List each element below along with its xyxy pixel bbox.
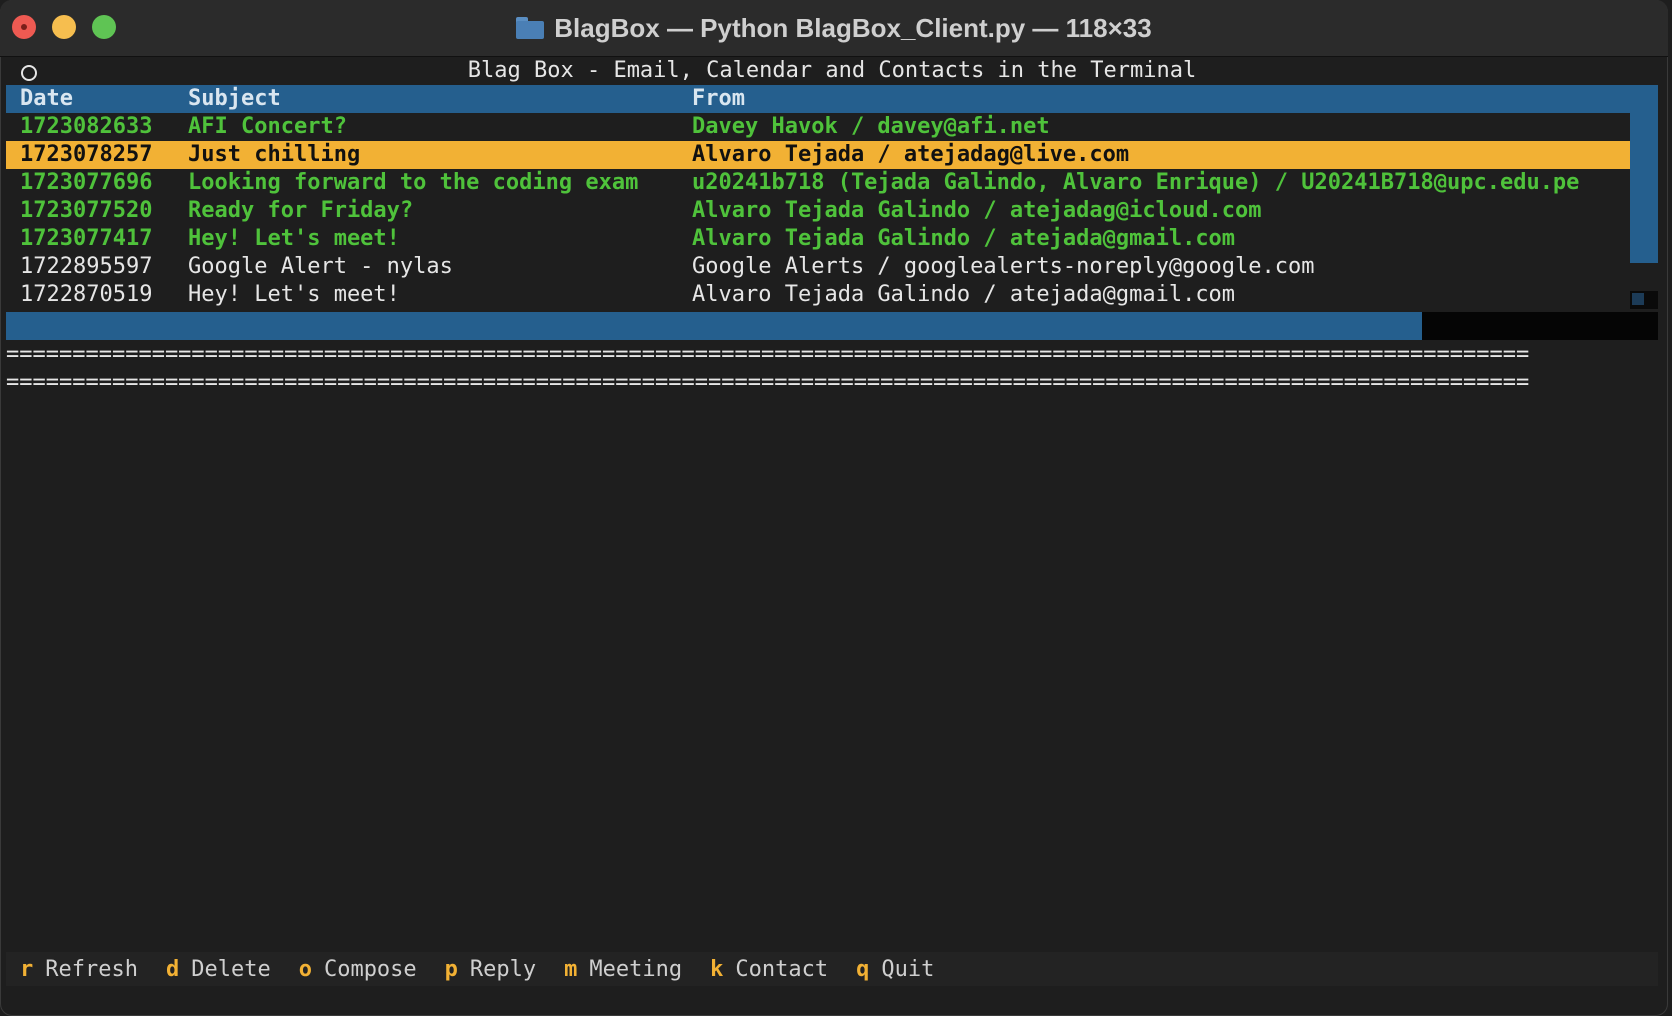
separator-line: ========================================…: [6, 370, 1530, 395]
email-subject: Just chilling: [188, 142, 361, 167]
email-from: Alvaro Tejada / atejadag@live.com: [692, 142, 1130, 167]
email-row[interactable]: 1723077417 Hey! Let's meet! Alvaro Tejad…: [6, 225, 1658, 253]
hotkey-refresh-key[interactable]: r: [20, 957, 33, 982]
email-from: u20241b718 (Tejada Galindo, Alvaro Enriq…: [692, 170, 1580, 195]
hotkey-contact-key[interactable]: k: [710, 957, 723, 982]
column-header-date[interactable]: Date: [20, 85, 73, 113]
hotkey-delete-key[interactable]: d: [166, 957, 179, 982]
hotkey-refresh-label[interactable]: Refresh: [45, 957, 138, 982]
column-header-from[interactable]: From: [692, 85, 745, 113]
email-row[interactable]: 1723082633 AFI Concert? Davey Havok / da…: [6, 113, 1658, 141]
horizontal-scrollbar[interactable]: [6, 312, 1658, 340]
hotkey-footer: r Refresh d Delete o Compose p Reply m Meetin…: [6, 952, 1658, 986]
email-subject: AFI Concert?: [188, 114, 347, 139]
email-date: 1723077696: [20, 170, 153, 195]
hotkey-reply-label[interactable]: Reply: [470, 957, 536, 982]
hotkey-compose-key[interactable]: o: [299, 957, 312, 982]
email-row[interactable]: 1723077696 Looking forward to the coding…: [6, 169, 1658, 197]
horizontal-scrollbar-thumb[interactable]: [6, 312, 1422, 340]
column-header-subject[interactable]: Subject: [188, 85, 281, 113]
hotkey-quit-key[interactable]: q: [856, 957, 869, 982]
email-from: Alvaro Tejada Galindo / atejada@gmail.co…: [692, 282, 1236, 307]
email-row[interactable]: 1723077520 Ready for Friday? Alvaro Teja…: [6, 197, 1658, 225]
email-date: 1723078257: [20, 142, 153, 167]
hotkey-delete-label[interactable]: Delete: [191, 957, 270, 982]
terminal-window: BlagBox — Python BlagBox_Client.py — 118…: [0, 0, 1668, 1016]
email-date: 1723077417: [20, 226, 153, 251]
hotkey-reply-key[interactable]: p: [445, 957, 458, 982]
window-title: BlagBox — Python BlagBox_Client.py — 118…: [554, 12, 1152, 43]
window-title-group: BlagBox — Python BlagBox_Client.py — 118…: [0, 0, 1668, 56]
email-date: 1723077520: [20, 198, 153, 223]
scrollbar-corner: [1630, 291, 1658, 309]
separator-line: ========================================…: [6, 342, 1530, 367]
email-subject: Ready for Friday?: [188, 198, 414, 223]
email-date: 1722895597: [20, 254, 153, 279]
vertical-scrollbar[interactable]: [1630, 85, 1658, 263]
email-subject: Hey! Let's meet!: [188, 226, 400, 251]
email-date: 1723082633: [20, 114, 153, 139]
email-from: Davey Havok / davey@afi.net: [692, 114, 1050, 139]
hotkey-compose-label[interactable]: Compose: [324, 957, 417, 982]
title-bar: BlagBox — Python BlagBox_Client.py — 118…: [0, 0, 1668, 57]
app-title: Blag Box - Email, Calendar and Contacts …: [467, 58, 1197, 83]
email-row[interactable]: 1722895597 Google Alert - nylas Google A…: [6, 253, 1658, 281]
hotkey-quit-label[interactable]: Quit: [881, 957, 934, 982]
hotkey-meeting-label[interactable]: Meeting: [589, 957, 682, 982]
email-row-selected[interactable]: 1723078257 Just chilling Alvaro Tejada /…: [6, 141, 1630, 169]
email-date: 1722870519: [20, 282, 153, 307]
hotkey-meeting-key[interactable]: m: [564, 957, 577, 982]
email-subject: Looking forward to the coding exam: [188, 170, 639, 195]
email-row[interactable]: 1722870519 Hey! Let's meet! Alvaro Tejad…: [6, 281, 1658, 309]
email-subject: Google Alert - nylas: [188, 254, 453, 279]
email-from: Google Alerts / googlealerts-noreply@goo…: [692, 254, 1315, 279]
table-header: Date Subject From: [6, 85, 1658, 113]
email-from: Alvaro Tejada Galindo / atejadag@icloud.…: [692, 198, 1262, 223]
email-from: Alvaro Tejada Galindo / atejada@gmail.co…: [692, 226, 1236, 251]
app-title-bar: Blag Box - Email, Calendar and Contacts …: [6, 57, 1658, 85]
email-subject: Hey! Let's meet!: [188, 282, 400, 307]
hotkey-contact-label[interactable]: Contact: [735, 957, 828, 982]
folder-icon: [516, 17, 545, 39]
